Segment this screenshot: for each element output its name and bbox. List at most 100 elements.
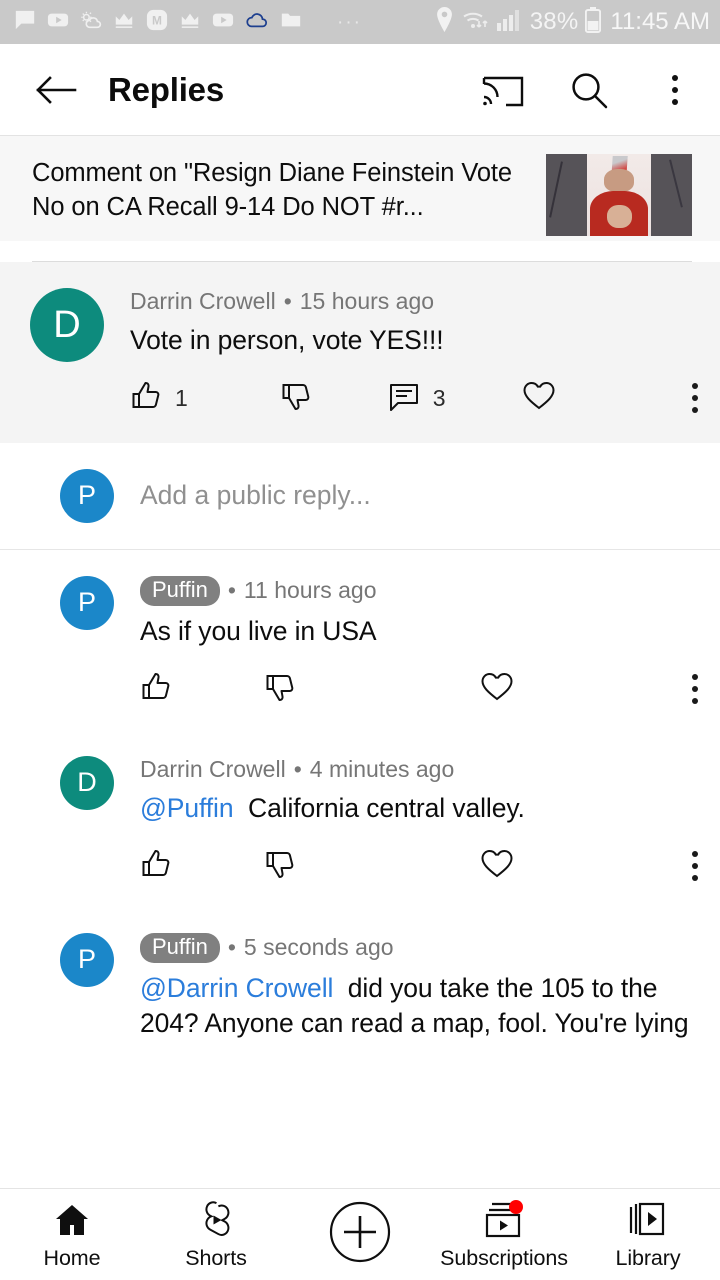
battery-icon <box>585 6 602 38</box>
comment-body-text: California central valley. <box>248 792 525 823</box>
thumbs-down-icon <box>264 848 296 885</box>
library-icon <box>627 1199 669 1241</box>
notification-badge <box>509 1199 523 1214</box>
like-button[interactable] <box>140 848 172 885</box>
thumbs-down-icon <box>280 380 312 417</box>
crown-icon <box>113 9 135 36</box>
thumbs-up-icon <box>140 671 172 708</box>
comment-timestamp: 5 seconds ago <box>243 934 394 961</box>
nav-item-create[interactable] <box>288 1189 432 1280</box>
comment-overflow-menu[interactable] <box>692 383 698 414</box>
comment-author[interactable]: Puffin <box>140 575 220 606</box>
status-bar-system-icons: 38% 11:45 AM <box>434 6 710 38</box>
comment-overflow-menu[interactable] <box>692 851 698 882</box>
nav-item-library[interactable]: Library <box>576 1189 720 1280</box>
parent-comment: D Darrin Crowell • 15 hours ago Vote in … <box>0 262 720 443</box>
comment-timestamp: 4 minutes ago <box>309 755 455 782</box>
meta-separator: • <box>293 755 302 782</box>
folder-icon <box>280 9 302 36</box>
status-bar: M ··· 38% 11:45 AM <box>0 0 720 44</box>
thumbs-up-icon <box>140 848 172 885</box>
comment-author[interactable]: Darrin Crowell <box>130 288 276 315</box>
heart-icon <box>522 380 556 417</box>
meta-separator: • <box>227 577 236 604</box>
comment-actions <box>140 848 698 885</box>
avatar[interactable]: D <box>60 755 114 810</box>
crown-icon <box>179 9 201 36</box>
meta-separator: • <box>227 934 236 961</box>
m-app-icon: M <box>146 9 168 36</box>
more-vertical-icon[interactable] <box>652 67 698 113</box>
heart-button[interactable] <box>480 848 514 885</box>
comment-text: As if you live in USA <box>140 614 698 649</box>
mention-link[interactable]: @Puffin <box>140 793 234 823</box>
avatar[interactable]: P <box>60 468 114 523</box>
nav-item-shorts[interactable]: Shorts <box>144 1189 288 1280</box>
avatar[interactable]: P <box>60 932 114 987</box>
cloud-icon <box>245 9 269 36</box>
youtube-icon <box>212 9 234 36</box>
thumbs-down-icon <box>264 671 296 708</box>
nav-label: Library <box>615 1245 681 1270</box>
shorts-icon <box>197 1199 235 1241</box>
dislike-button[interactable] <box>264 848 296 885</box>
avatar[interactable]: D <box>30 288 104 362</box>
reply-input-placeholder[interactable]: Add a public reply... <box>140 480 371 511</box>
heart-button[interactable] <box>522 380 556 417</box>
nav-item-home[interactable]: Home <box>0 1189 144 1280</box>
comment-meta: Puffin • 11 hours ago <box>140 575 698 606</box>
meta-separator: • <box>283 288 292 314</box>
comment-overflow-menu[interactable] <box>692 674 698 705</box>
comment-meta: Puffin • 5 seconds ago <box>140 932 698 963</box>
like-button[interactable]: 1 <box>130 380 188 417</box>
chat-bubble-icon <box>14 9 36 36</box>
status-bar-notification-icons: M ··· <box>14 9 362 36</box>
nav-label: Subscriptions <box>440 1245 568 1270</box>
comment-meta: Darrin Crowell • 15 hours ago <box>130 288 698 315</box>
youtube-icon <box>47 9 69 36</box>
dislike-button[interactable] <box>280 380 312 417</box>
heart-icon <box>480 671 514 708</box>
cast-icon[interactable] <box>480 67 526 113</box>
mention-link[interactable]: @Darrin Crowell <box>140 973 333 1003</box>
clock-label: 11:45 AM <box>610 8 710 35</box>
reply-item: P Puffin • 5 seconds ago @Darrin Crowell… <box>0 906 720 1063</box>
app-header: Replies <box>0 44 720 136</box>
like-button[interactable] <box>140 671 172 708</box>
heart-icon <box>480 848 514 885</box>
nav-item-subscriptions[interactable]: Subscriptions <box>432 1189 576 1280</box>
header-actions <box>480 67 698 113</box>
status-overflow-dots: ··· <box>337 11 362 33</box>
reply-composer[interactable]: P Add a public reply... <box>0 442 720 549</box>
page-title: Replies <box>108 70 224 108</box>
dislike-button[interactable] <box>264 671 296 708</box>
nav-label: Home <box>43 1245 101 1270</box>
comment-actions: 1 3 <box>130 380 698 417</box>
reply-count-button[interactable]: 3 <box>388 380 446 417</box>
video-banner-section[interactable]: Comment on "Resign Diane Feinstein Vote … <box>0 136 720 262</box>
comment-text: @Darrin Crowell did you take the 105 to … <box>140 971 698 1041</box>
comment-icon <box>388 380 420 417</box>
thumbs-up-icon <box>130 380 162 417</box>
comment-text: @Puffin California central valley. <box>140 791 698 826</box>
reply-item: D Darrin Crowell • 4 minutes ago @Puffin… <box>0 729 720 907</box>
search-icon[interactable] <box>566 67 612 113</box>
reply-item: P Puffin • 11 hours ago As if you live i… <box>0 549 720 730</box>
comment-actions <box>140 671 698 708</box>
video-banner-title: Comment on "Resign Diane Feinstein Vote … <box>32 159 512 222</box>
svg-text:M: M <box>152 13 162 27</box>
comment-text: Vote in person, vote YES!!! <box>130 325 444 355</box>
like-count: 1 <box>175 384 188 411</box>
video-banner[interactable]: Comment on "Resign Diane Feinstein Vote … <box>0 136 720 241</box>
back-arrow-icon[interactable] <box>30 64 82 116</box>
bottom-navigation: Home Shorts Subscriptions Library <box>0 1188 720 1280</box>
comment-meta: Darrin Crowell • 4 minutes ago <box>140 756 698 783</box>
nav-label: Shorts <box>185 1245 247 1270</box>
comment-author[interactable]: Darrin Crowell <box>140 756 286 783</box>
comment-author[interactable]: Puffin <box>140 932 220 963</box>
avatar[interactable]: P <box>60 575 114 630</box>
comment-body-text: As if you live in USA <box>140 615 377 646</box>
signal-bars-icon <box>496 9 523 36</box>
heart-button[interactable] <box>480 671 514 708</box>
video-thumbnail[interactable] <box>546 154 692 236</box>
